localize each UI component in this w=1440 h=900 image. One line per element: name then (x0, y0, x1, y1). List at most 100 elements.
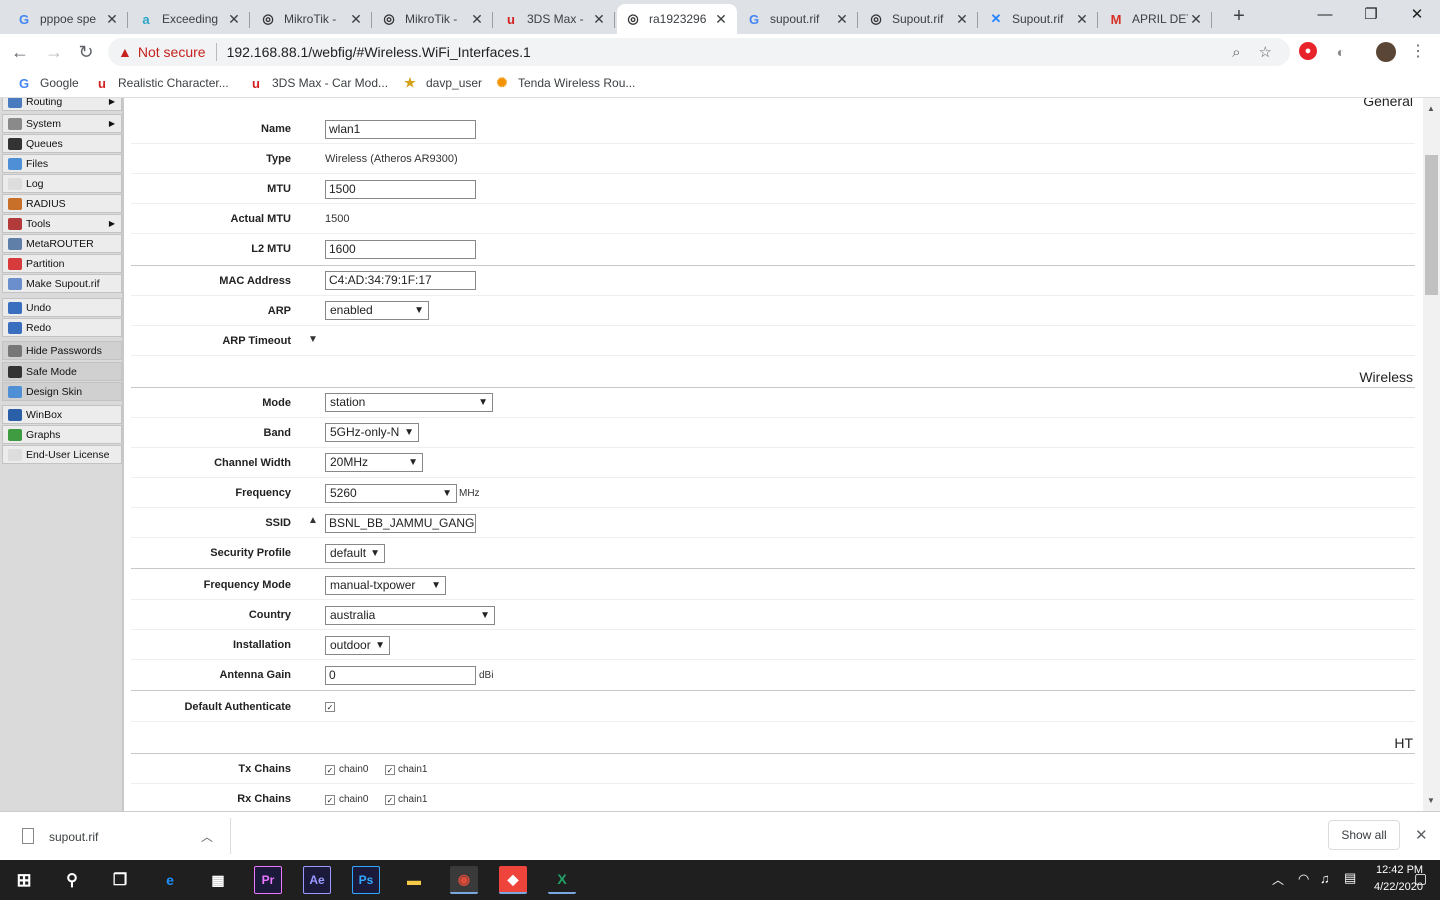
close-tab-icon[interactable]: ✕ (469, 11, 485, 28)
channel-width-select[interactable]: 20MHz ▼ (325, 453, 423, 472)
close-tab-icon[interactable]: ✕ (104, 11, 120, 28)
mtu-input[interactable]: 1500 (325, 180, 476, 199)
tx-chain1-checkbox[interactable]: ✓ (385, 765, 395, 775)
volume-icon[interactable]: ♫ (1320, 871, 1330, 886)
forward-icon[interactable]: → (42, 40, 66, 64)
premiere-icon[interactable]: Pr (254, 866, 282, 894)
chrome-icon[interactable]: ◉ (450, 866, 478, 894)
browser-tab[interactable]: ◎ Supout.rif ✕ (860, 4, 978, 34)
scroll-up-icon[interactable]: ▲ (1427, 104, 1435, 113)
adblock-icon[interactable]: ● (1299, 42, 1317, 60)
zoom-icon[interactable]: ⌕ (1232, 44, 1240, 61)
security-warning[interactable]: Not secure (138, 44, 206, 60)
keyboard-icon[interactable]: ▤ (1344, 870, 1356, 886)
reload-icon[interactable]: ↻ (74, 40, 98, 64)
store-icon[interactable]: ▦ (204, 866, 232, 894)
default-auth-checkbox[interactable]: ✓ (325, 702, 335, 712)
browser-tab[interactable]: ◎ MikroTik - ✕ (373, 4, 493, 34)
close-tab-icon[interactable]: ✕ (591, 11, 607, 28)
frequency-select[interactable]: 5260 ▼ (325, 484, 457, 503)
sidebar-item-safe-mode[interactable]: Safe Mode (2, 362, 122, 381)
close-tab-icon[interactable]: ✕ (348, 11, 364, 28)
show-all-button[interactable]: Show all (1328, 820, 1400, 850)
sidebar-item-log[interactable]: Log (2, 174, 122, 193)
download-filename[interactable]: supout.rif (49, 830, 98, 844)
aftereffects-icon[interactable]: Ae (303, 866, 331, 894)
back-icon[interactable]: ← (8, 40, 32, 64)
url-text[interactable]: 192.168.88.1/webfig/#Wireless.WiFi_Inter… (227, 44, 1233, 60)
rx-chain1-checkbox[interactable]: ✓ (385, 795, 395, 805)
browser-tab[interactable]: u 3DS Max - ✕ (495, 4, 615, 34)
bookmark-item[interactable]: ★ davp_user (402, 75, 482, 91)
task-view-icon[interactable]: ❐ (106, 866, 134, 894)
notifications-icon[interactable]: ▢ (1414, 870, 1427, 887)
scroll-down-icon[interactable]: ▼ (1427, 796, 1435, 805)
windows-start-icon[interactable]: ⊞ (10, 866, 38, 894)
ssid-input[interactable]: BSNL_BB_JAMMU_GANG (325, 514, 476, 533)
wifi-icon[interactable]: ◠ (1298, 871, 1309, 887)
name-input[interactable]: wlan1 (325, 120, 476, 139)
close-tab-icon[interactable]: ✕ (226, 11, 242, 28)
sidebar-item-winbox[interactable]: WinBox (2, 405, 122, 424)
excel-icon[interactable]: X (548, 866, 576, 894)
bookmark-item[interactable]: u 3DS Max - Car Mod... (248, 75, 388, 91)
extension-icon[interactable]: ◐ (1331, 42, 1351, 62)
sidebar-item-radius[interactable]: RADIUS (2, 194, 122, 213)
close-window-button[interactable]: ✕ (1394, 0, 1440, 30)
edge-icon[interactable]: e (156, 866, 184, 894)
mac-input[interactable]: C4:AD:34:79:1F:17 (325, 271, 476, 290)
sidebar-item-make-supout-rif[interactable]: Make Supout.rif (2, 274, 122, 293)
sidebar-item-graphs[interactable]: Graphs (2, 425, 122, 444)
sidebar-item-tools[interactable]: Tools ▶ (2, 214, 122, 233)
sidebar-item-queues[interactable]: Queues (2, 134, 122, 153)
sidebar-item-design-skin[interactable]: Design Skin (2, 382, 122, 401)
close-tab-icon[interactable]: ✕ (834, 11, 850, 28)
sidebar-item-hide-passwords[interactable]: Hide Passwords (2, 341, 122, 360)
bookmark-item[interactable]: G Google (16, 75, 79, 91)
close-download-bar-icon[interactable]: ✕ (1415, 826, 1428, 844)
browser-tab[interactable]: ✕ Supout.rif ✕ (980, 4, 1098, 34)
sidebar-item-redo[interactable]: Redo (2, 318, 122, 337)
close-tab-icon[interactable]: ✕ (954, 11, 970, 28)
installation-select[interactable]: outdoor ▼ (325, 636, 390, 655)
arp-select[interactable]: enabled ▼ (325, 301, 429, 320)
tx-chain0-checkbox[interactable]: ✓ (325, 765, 335, 775)
minimize-button[interactable]: — (1302, 0, 1348, 30)
chevron-up-icon[interactable]: ︿ (201, 828, 213, 845)
close-tab-icon[interactable]: ✕ (1074, 11, 1090, 28)
maximize-button[interactable]: ❐ (1348, 0, 1394, 30)
sidebar-item-routing[interactable]: Routing ▶ (2, 98, 122, 111)
browser-tab[interactable]: Gpppoe spe ✕ (8, 4, 128, 34)
sidebar-item-system[interactable]: System ▶ (2, 114, 122, 133)
anydesk-icon[interactable]: ◆ (499, 866, 527, 894)
frequency-mode-select[interactable]: manual-txpower ▼ (325, 576, 446, 595)
country-select[interactable]: australia ▼ (325, 606, 495, 625)
photoshop-icon[interactable]: Ps (352, 866, 380, 894)
rx-chain0-checkbox[interactable]: ✓ (325, 795, 335, 805)
browser-tab[interactable]: a Exceeding ✕ (130, 4, 250, 34)
security-profile-select[interactable]: default ▼ (325, 544, 385, 563)
browser-tab[interactable]: Gsupout.rif ✕ (738, 4, 858, 34)
scrollbar-thumb[interactable] (1425, 155, 1438, 295)
search-icon[interactable]: ⚲ (58, 866, 86, 894)
sidebar-item-files[interactable]: Files (2, 154, 122, 173)
sidebar-item-end-user-license[interactable]: End-User License (2, 445, 122, 464)
tray-chevron-icon[interactable]: ︿ (1272, 871, 1284, 888)
browser-tab[interactable]: ◎ ra1923296 ✕ (617, 4, 737, 34)
close-tab-icon[interactable]: ✕ (713, 11, 729, 28)
browser-tab[interactable]: M APRIL DET ✕ (1100, 4, 1212, 34)
browser-tab[interactable]: ◎ MikroTik - ✕ (252, 4, 372, 34)
mode-select[interactable]: station ▼ (325, 393, 493, 412)
sidebar-item-metarouter[interactable]: MetaROUTER (2, 234, 122, 253)
antenna-gain-input[interactable]: 0 (325, 666, 476, 685)
l2-mtu-input[interactable]: 1600 (325, 240, 476, 259)
collapse-arrow-icon[interactable]: ▲ (308, 515, 318, 526)
avatar[interactable] (1376, 42, 1396, 62)
bookmark-star-icon[interactable]: ☆ (1259, 43, 1272, 61)
explorer-icon[interactable]: ▬ (400, 866, 428, 894)
sidebar-item-partition[interactable]: Partition (2, 254, 122, 273)
menu-icon[interactable]: ⋮ (1408, 42, 1428, 62)
bookmark-item[interactable]: u Realistic Character... (94, 75, 229, 91)
close-tab-icon[interactable]: ✕ (1188, 11, 1204, 28)
expand-arrow-icon[interactable]: ▼ (308, 334, 318, 345)
